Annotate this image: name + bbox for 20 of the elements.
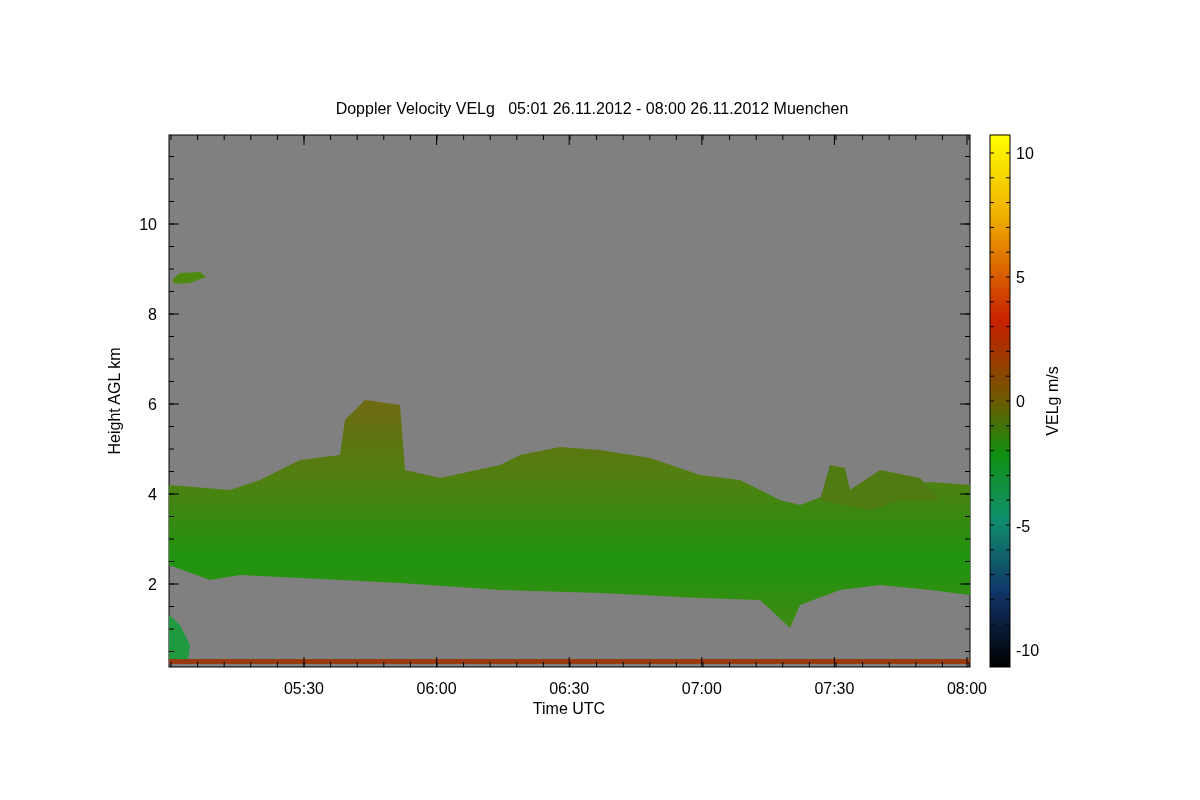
tick-label: 0 <box>1016 393 1025 411</box>
tick-label: 10 <box>1016 145 1034 162</box>
tick-label: 07:00 <box>681 680 722 697</box>
axis-label: Time UTC <box>532 700 606 717</box>
tick-label: 6 <box>148 396 157 413</box>
tick-label: -5 <box>1016 517 1031 535</box>
tick-label: 4 <box>148 486 157 503</box>
tick-label: 10 <box>139 216 157 233</box>
tick-label: 08:00 <box>947 680 987 697</box>
axis-label: Height AGL km <box>106 347 123 455</box>
tick-label: 07:30 <box>814 680 855 697</box>
tick-label: 05:30 <box>284 680 324 697</box>
tick-label: 8 <box>148 306 157 323</box>
tick-label: 2 <box>148 576 157 593</box>
colorbar-label: VELg m/s <box>1044 366 1061 436</box>
tick-label: 06:30 <box>549 680 590 697</box>
tick-label: 06:00 <box>416 680 457 697</box>
tick-label: 5 <box>1016 269 1025 287</box>
plot-title: Doppler Velocity VELg 05:01 26.11.2012 - 08:00 26.11.2012 Muenchen <box>335 100 849 117</box>
tick-label: -10 <box>1016 641 1040 659</box>
